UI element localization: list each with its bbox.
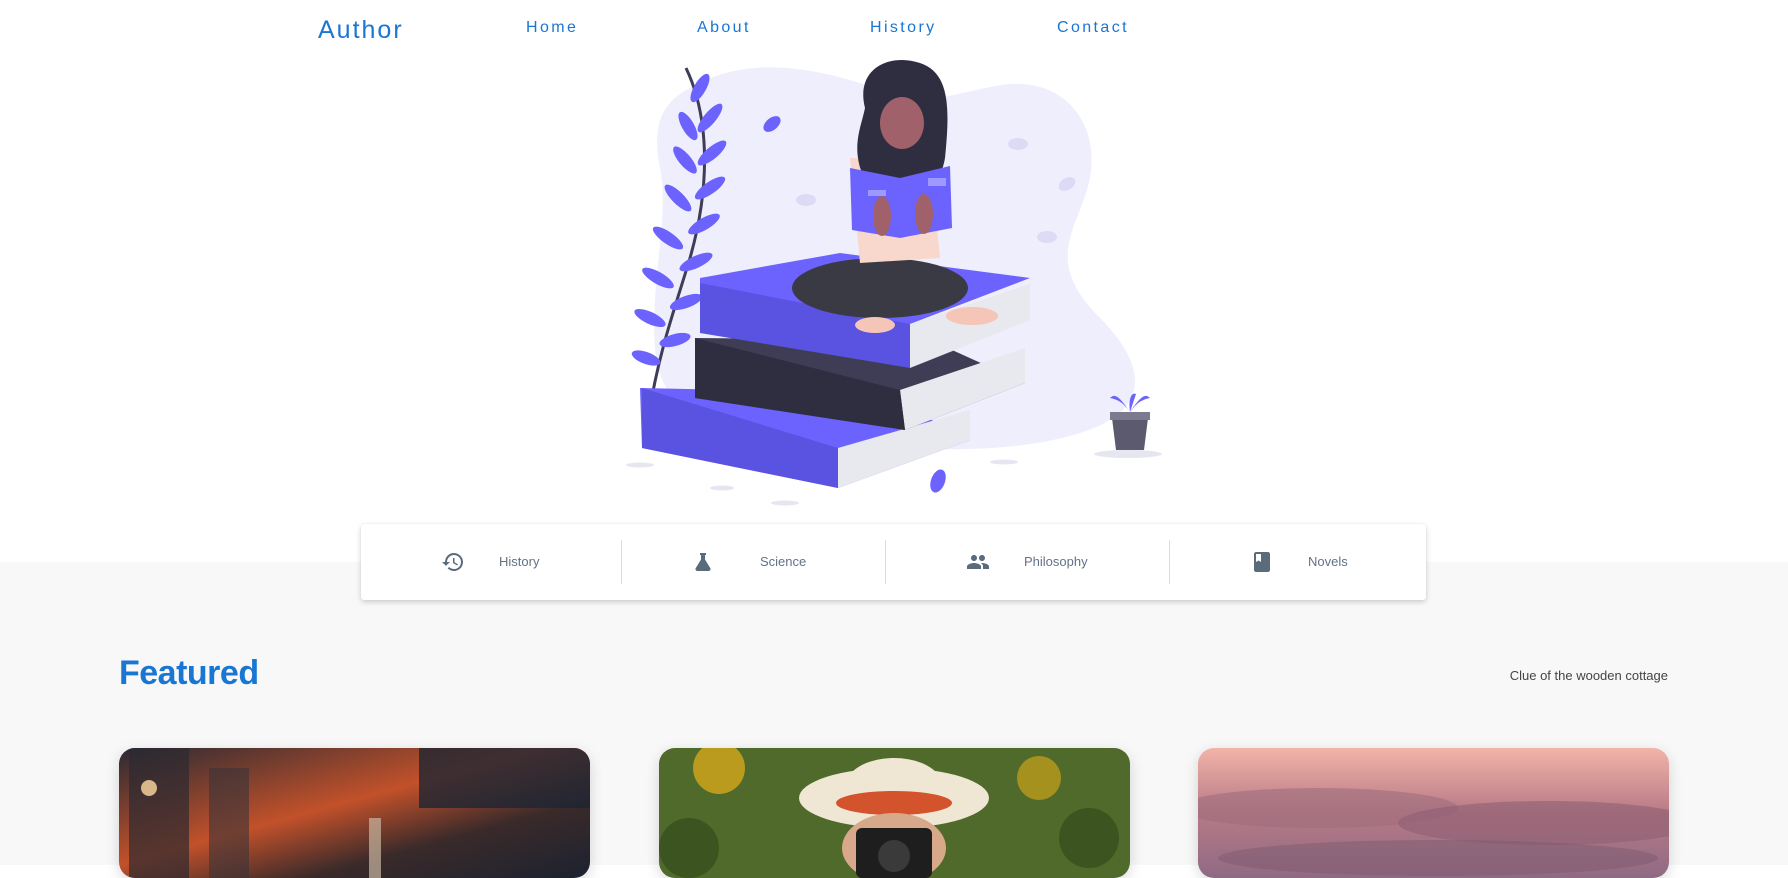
featured-link[interactable]: Clue of the wooden cottage bbox=[1510, 668, 1668, 683]
book-icon bbox=[1254, 552, 1270, 572]
featured-card[interactable] bbox=[1198, 748, 1669, 878]
people-icon bbox=[967, 555, 989, 569]
category-label: History bbox=[499, 554, 540, 569]
card-image-sunset-clouds bbox=[1198, 748, 1669, 878]
categories-bar: History Science Philosophy Novels bbox=[361, 524, 1426, 600]
card-image-city bbox=[119, 748, 590, 878]
category-science[interactable]: Science bbox=[622, 524, 885, 600]
nav-link-history[interactable]: History bbox=[870, 19, 937, 37]
hero-reading-illustration bbox=[626, 60, 1162, 506]
brand-logo[interactable]: Author bbox=[318, 16, 404, 45]
flask-icon bbox=[695, 553, 711, 571]
featured-heading: Featured bbox=[119, 654, 259, 692]
category-label: Novels bbox=[1308, 554, 1348, 569]
category-history[interactable]: History bbox=[361, 524, 621, 600]
category-novels[interactable]: Novels bbox=[1170, 524, 1426, 600]
nav-link-contact[interactable]: Contact bbox=[1057, 19, 1129, 37]
nav-link-home[interactable]: Home bbox=[526, 19, 578, 37]
category-label: Philosophy bbox=[1024, 554, 1088, 569]
card-image-photographer bbox=[659, 748, 1130, 878]
featured-card[interactable] bbox=[659, 748, 1130, 878]
history-icon bbox=[442, 553, 463, 571]
nav-link-about[interactable]: About bbox=[697, 19, 751, 37]
category-philosophy[interactable]: Philosophy bbox=[886, 524, 1169, 600]
featured-card[interactable] bbox=[119, 748, 590, 878]
category-label: Science bbox=[760, 554, 807, 569]
